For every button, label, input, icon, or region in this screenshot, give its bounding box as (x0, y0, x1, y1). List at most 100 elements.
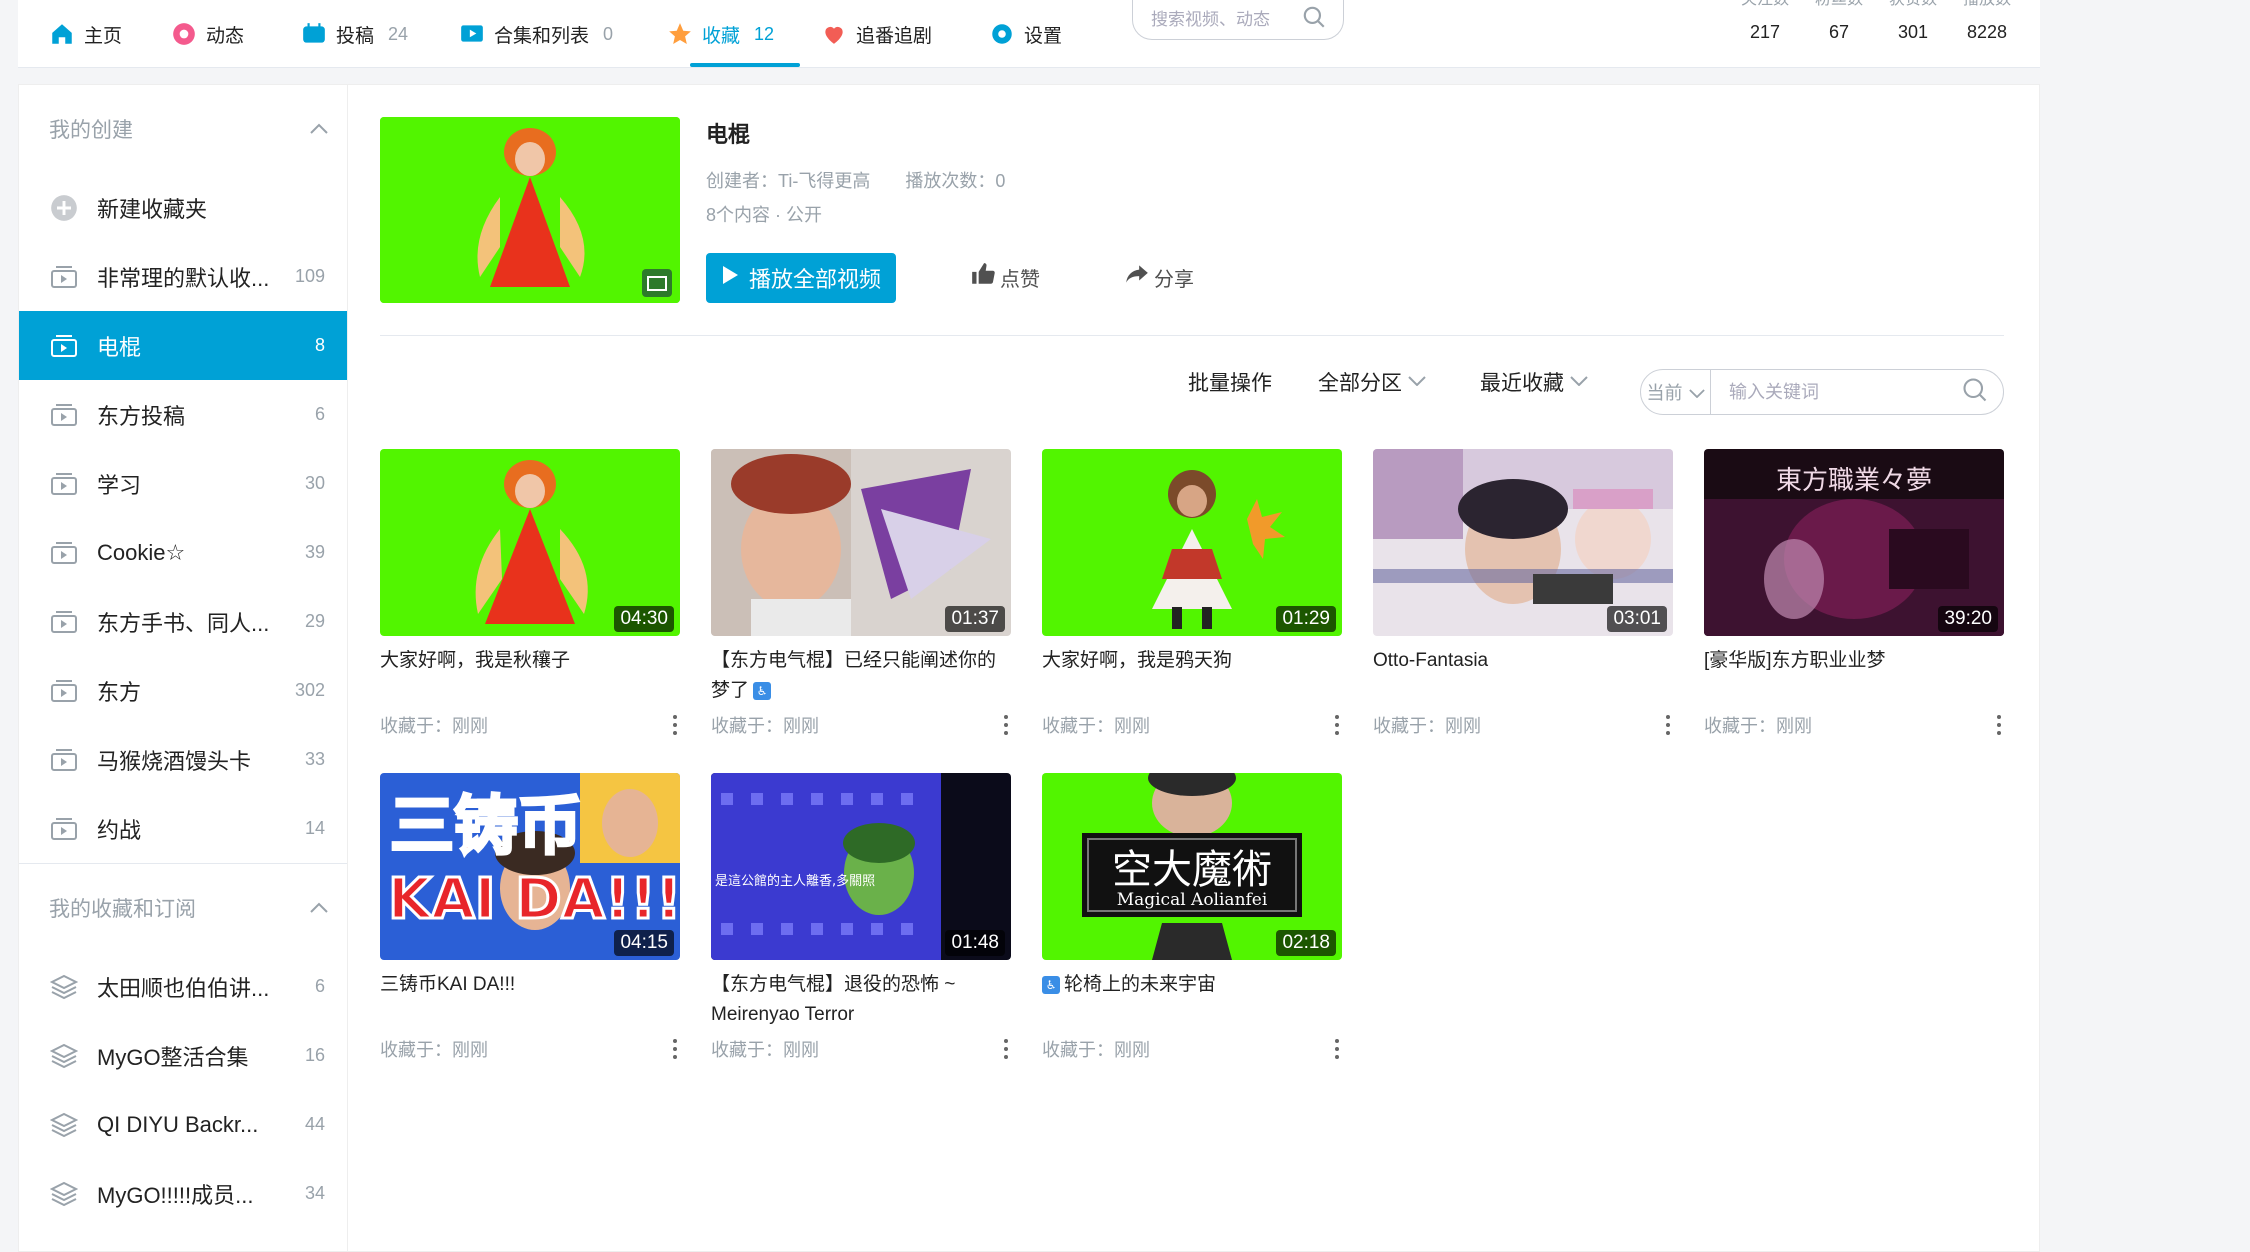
nav-collections[interactable]: 合集和列表 0 (458, 0, 613, 68)
stat-likes: 获赞数 301 (1876, 0, 1950, 43)
more-icon[interactable] (1332, 715, 1342, 735)
new-folder-button[interactable]: 新建收藏夹 (19, 173, 347, 242)
folder-count-visibility: 8个内容 · 公开 (706, 205, 823, 225)
video-card[interactable]: 東方職業々夢 39:20 [豪华版]东方职业业梦 收藏于：刚刚 (1704, 449, 2004, 738)
batch-ops-button[interactable]: 批量操作 (1188, 367, 1272, 397)
sidebar-folder-item[interactable]: 东方手书、同人... 29 (19, 587, 347, 656)
sidebar-folder-item[interactable]: MyGO!!!!!成员... 34 (19, 1159, 347, 1228)
fav-time: 收藏于：刚刚 (1042, 716, 1150, 736)
thumb-text: KAI DA!!! (388, 867, 680, 932)
more-icon[interactable] (670, 1039, 680, 1059)
sort-label: 最近收藏 (1480, 372, 1564, 395)
video-thumbnail[interactable]: 03:01 (1373, 449, 1673, 636)
zone-filter-dropdown[interactable]: 全部分区 (1318, 367, 1426, 397)
subs-section-header[interactable]: 我的收藏和订阅 (19, 864, 347, 952)
play-all-button[interactable]: 播放全部视频 (706, 253, 896, 303)
like-button[interactable]: 点赞 (970, 261, 1040, 293)
video-duration: 02:18 (1276, 930, 1336, 956)
sidebar-folder-item[interactable]: 约战 14 (19, 794, 347, 863)
thumb-text: 三铸币 (390, 790, 582, 864)
thumb-text: 空大魔術 (1112, 847, 1272, 893)
created-section-header[interactable]: 我的创建 (19, 85, 347, 173)
nav-home[interactable]: 主页 (48, 0, 122, 68)
sidebar-folder-item[interactable]: QI DIYU Backr... 44 (19, 1090, 347, 1159)
video-title[interactable]: 大家好啊，我是鸦天狗 (1042, 646, 1342, 706)
sidebar-folder-label: MyGO整活合集 (97, 1044, 249, 1070)
chevron-up-icon[interactable] (309, 119, 329, 140)
chevron-up-icon[interactable] (309, 898, 329, 919)
video-card[interactable]: 04:30 大家好啊，我是秋穰子 收藏于：刚刚 (380, 449, 680, 738)
stat-value: 67 (1828, 22, 1850, 42)
more-icon[interactable] (1332, 1039, 1342, 1059)
more-icon[interactable] (1994, 715, 2004, 735)
sidebar-folder-label: 学习 (97, 472, 142, 498)
chevron-down-icon (1408, 373, 1426, 391)
video-thumbnail[interactable]: 04:30 (380, 449, 680, 636)
sidebar-folder-item[interactable]: 马猴烧酒馒头卡 33 (19, 725, 347, 794)
nav-dynamic[interactable]: 动态 (170, 0, 244, 68)
fav-time: 收藏于：刚刚 (380, 1040, 488, 1060)
more-icon[interactable] (670, 715, 680, 735)
video-title[interactable]: [豪华版]东方职业业梦 (1704, 646, 2004, 706)
search-scope-dropdown[interactable]: 当前 (1641, 370, 1711, 414)
video-card[interactable]: 是這公館的主人離香,多關照 01:48 【东方电气棍】退役的恐怖 ~ Meire… (711, 773, 1011, 1062)
nav-bangumi[interactable]: 追番追剧 (820, 0, 932, 68)
folder-tv-icon (49, 816, 79, 842)
video-title[interactable]: 大家好啊，我是秋穰子 (380, 646, 680, 706)
video-thumbnail[interactable]: 01:29 (1042, 449, 1342, 636)
sidebar-folder-item[interactable]: 电棍 8 (19, 311, 347, 380)
fav-time: 收藏于：刚刚 (711, 716, 819, 736)
keyword-input[interactable] (1729, 381, 1961, 403)
more-icon[interactable] (1001, 1039, 1011, 1059)
sidebar-folder-item[interactable]: MyGO整活合集 16 (19, 1021, 347, 1090)
search-icon[interactable] (1961, 376, 1989, 409)
sidebar-folder-item[interactable]: 东方钢琴单曲集32 (19, 1228, 347, 1252)
space-search-input[interactable] (1151, 9, 1301, 30)
sidebar-folder-item[interactable]: 太田顺也伯伯讲... 6 (19, 952, 347, 1021)
sort-dropdown[interactable]: 最近收藏 (1480, 367, 1588, 397)
folder-creator[interactable]: 创建者：Ti-飞得更高 (706, 171, 870, 191)
sidebar-folder-count: 109 (294, 266, 325, 286)
share-button[interactable]: 分享 (1124, 261, 1194, 293)
more-icon[interactable] (1663, 715, 1673, 735)
thumb-text: 東方職業々夢 (1776, 466, 1932, 496)
video-title[interactable]: 【东方电气棍】退役的恐怖 ~ Meirenyao Terror (711, 970, 1011, 1030)
sidebar-folder-label: 东方钢琴单曲集 (97, 1247, 293, 1252)
sidebar-folder-item[interactable]: 非常理的默认收... 109 (19, 242, 347, 311)
header-divider (380, 335, 2004, 336)
sidebar-folder-item[interactable]: 学习 30 (19, 449, 347, 518)
sidebar-folder-item[interactable]: 东方投稿 6 (19, 380, 347, 449)
video-thumbnail[interactable]: 三铸币 KAI DA!!! 04:15 (380, 773, 680, 960)
video-title[interactable]: Otto-Fantasia (1373, 646, 1673, 706)
video-title[interactable]: 【东方电气棍】已经只能阐述你的梦了 ♿ (711, 646, 1011, 706)
folder-tv-icon (49, 471, 79, 497)
stat-following[interactable]: 关注数 217 (1728, 0, 1802, 43)
folder-cover[interactable] (380, 117, 680, 303)
more-icon[interactable] (1001, 715, 1011, 735)
fav-time: 收藏于：刚刚 (1704, 716, 1812, 736)
nav-uploads[interactable]: 投稿 24 (300, 0, 408, 68)
video-card[interactable]: 01:29 大家好啊，我是鸦天狗 收藏于：刚刚 (1042, 449, 1342, 738)
video-card[interactable]: 03:01 Otto-Fantasia 收藏于：刚刚 (1373, 449, 1673, 738)
video-thumbnail[interactable]: 空大魔術 Magical Aolianfei 02:18 (1042, 773, 1342, 960)
video-title[interactable]: 三铸币KAI DA!!! (380, 970, 680, 1030)
video-thumbnail[interactable]: 01:37 (711, 449, 1011, 636)
video-thumbnail[interactable]: 東方職業々夢 39:20 (1704, 449, 2004, 636)
nav-settings[interactable]: 设置 (988, 0, 1062, 68)
stat-followers[interactable]: 粉丝数 67 (1802, 0, 1876, 43)
video-card[interactable]: 01:37 【东方电气棍】已经只能阐述你的梦了 ♿ 收藏于：刚刚 (711, 449, 1011, 738)
video-duration: 39:20 (1938, 606, 1998, 632)
video-thumbnail[interactable]: 是這公館的主人離香,多關照 01:48 (711, 773, 1011, 960)
sidebar-folder-item[interactable]: 东方 302 (19, 656, 347, 725)
layers-icon (49, 1181, 79, 1207)
nav-favorites[interactable]: 收藏 12 (666, 0, 774, 68)
stat-label: 播放数 (1950, 0, 2024, 14)
video-card[interactable]: 空大魔術 Magical Aolianfei 02:18 ♿ 轮椅上的未来宇宙 收藏… (1042, 773, 1342, 1062)
sidebar-folder-item[interactable]: Cookie☆ 39 (19, 518, 347, 587)
video-card[interactable]: 三铸币 KAI DA!!! 04:15 三铸币KAI DA!!! 收藏于：刚刚 (380, 773, 680, 1062)
video-title-text: 轮椅上的未来宇宙 (1064, 974, 1217, 995)
stat-value: 301 (1897, 22, 1929, 42)
search-icon[interactable] (1301, 4, 1327, 35)
thumb-text: 是這公館的主人離香,多關照 (715, 873, 875, 889)
video-title[interactable]: ♿ 轮椅上的未来宇宙 (1042, 970, 1342, 1030)
